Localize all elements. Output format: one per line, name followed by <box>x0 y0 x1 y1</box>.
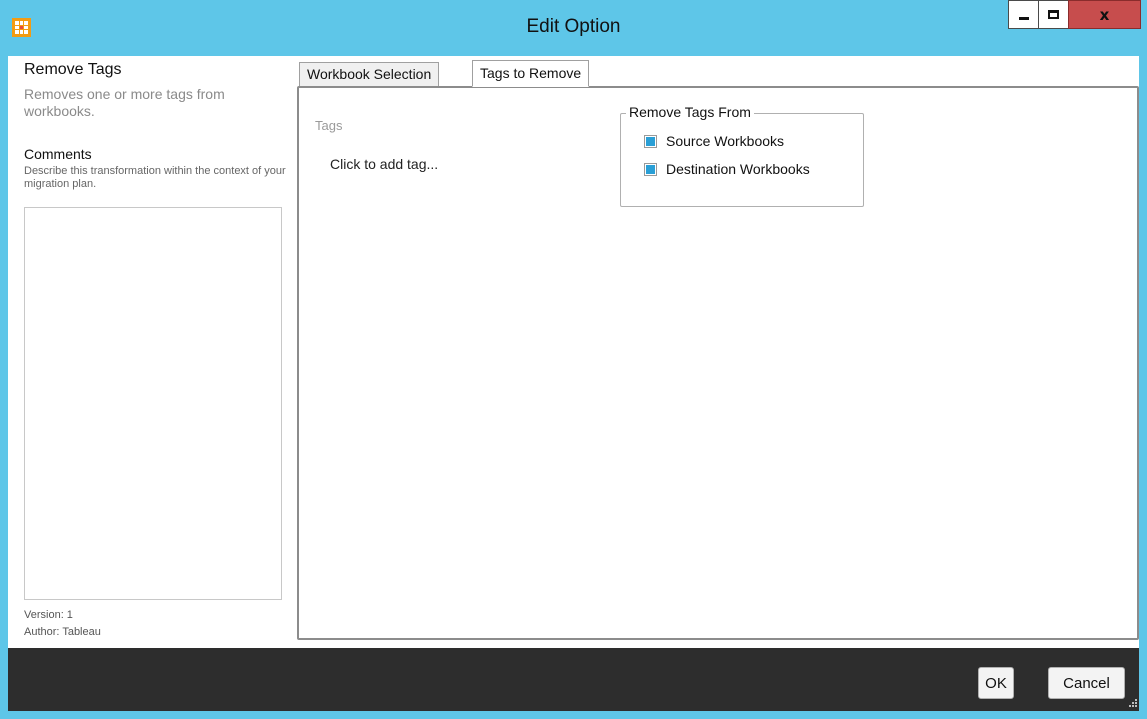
remove-tags-from-group: Remove Tags From Source Workbooks Destin… <box>620 104 864 207</box>
maximize-button[interactable] <box>1038 0 1069 29</box>
destination-workbooks-label: Destination Workbooks <box>666 161 810 177</box>
remove-tags-from-title: Remove Tags From <box>626 104 754 120</box>
source-workbooks-checkbox[interactable] <box>644 134 657 148</box>
close-icon: x <box>1099 5 1110 24</box>
tab-tags-to-remove[interactable]: Tags to Remove <box>472 60 590 87</box>
dialog-footer: OK Cancel <box>8 648 1139 711</box>
dialog-content: Remove Tags Removes one or more tags fro… <box>8 56 1139 648</box>
edit-option-window: Edit Option x Remove Tags Removes one or… <box>0 0 1147 719</box>
version-label: Version: 1 <box>24 609 73 621</box>
operation-info-panel: Remove Tags Removes one or more tags fro… <box>8 56 298 648</box>
ok-button[interactable]: OK <box>978 667 1014 699</box>
checked-indicator-icon <box>646 136 655 146</box>
title-bar[interactable]: Edit Option x <box>0 0 1147 56</box>
comments-hint: Describe this transformation within the … <box>24 165 286 190</box>
operation-description: Removes one or more tags from workbooks. <box>24 86 225 119</box>
comments-textarea[interactable] <box>24 207 282 600</box>
checked-indicator-icon <box>646 164 655 174</box>
minimize-icon <box>1018 17 1029 20</box>
minimize-button[interactable] <box>1008 0 1039 29</box>
author-label: Author: Tableau <box>24 626 101 638</box>
add-tag-input[interactable]: Click to add tag... <box>330 156 438 172</box>
source-workbooks-option[interactable]: Source Workbooks <box>644 133 784 149</box>
tags-to-remove-panel: Tags Click to add tag... Remove Tags Fro… <box>297 86 1139 640</box>
tags-label: Tags <box>315 118 343 133</box>
window-title: Edit Option <box>526 16 621 37</box>
cancel-button[interactable]: Cancel <box>1048 667 1125 699</box>
resize-grip-icon[interactable] <box>1127 699 1137 709</box>
destination-workbooks-checkbox[interactable] <box>644 162 657 176</box>
comments-label: Comments <box>24 146 92 162</box>
operation-title: Remove Tags <box>24 61 122 78</box>
tab-workbook-selection[interactable]: Workbook Selection <box>299 62 440 87</box>
maximize-icon <box>1048 10 1059 19</box>
close-button[interactable]: x <box>1068 0 1141 29</box>
destination-workbooks-option[interactable]: Destination Workbooks <box>644 161 810 177</box>
source-workbooks-label: Source Workbooks <box>666 133 785 149</box>
